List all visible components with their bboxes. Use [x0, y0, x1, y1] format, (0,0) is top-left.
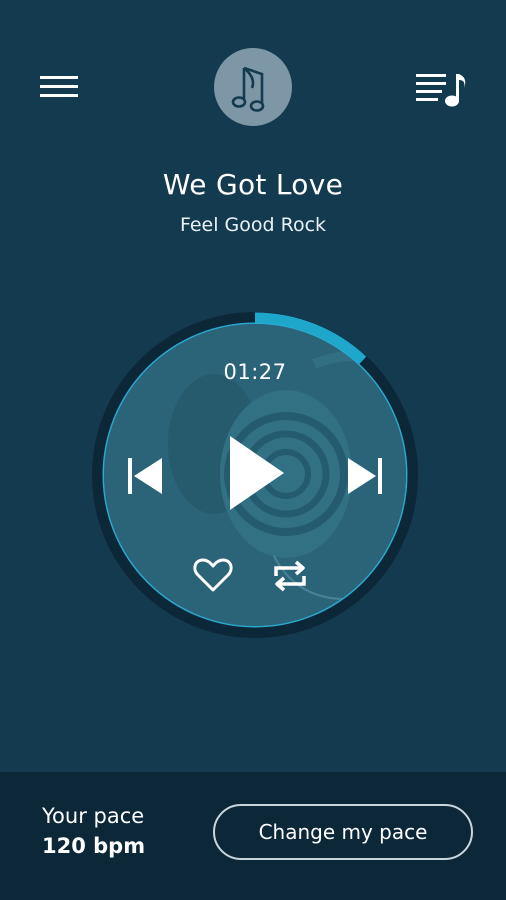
next-button[interactable]: [346, 456, 384, 496]
playlist-music-icon: [416, 74, 466, 107]
change-pace-button[interactable]: Change my pace: [213, 804, 473, 860]
previous-button[interactable]: [126, 456, 164, 496]
playlist-button[interactable]: [412, 66, 472, 110]
heart-icon: [193, 558, 233, 592]
pace-label: Your pace: [42, 804, 145, 828]
menu-button[interactable]: [38, 70, 82, 104]
song-title: We Got Love: [162, 168, 344, 201]
pace-bar: Your pace 120 bpm Change my pace: [0, 772, 506, 900]
app-logo: [214, 48, 292, 126]
hamburger-menu-icon: [40, 76, 78, 97]
pace-value: 120 bpm: [42, 834, 146, 858]
repeat-icon: [274, 560, 306, 592]
like-button[interactable]: [192, 556, 234, 594]
play-button[interactable]: [226, 434, 288, 512]
music-notes-icon: [231, 66, 265, 112]
play-icon: [230, 436, 284, 510]
skip-next-icon: [348, 458, 382, 494]
top-bar: [0, 0, 506, 160]
skip-previous-icon: [128, 458, 162, 494]
song-genre: Feel Good Rock: [179, 214, 327, 236]
player-dial: 01:27: [86, 306, 424, 644]
elapsed-time: 01:27: [223, 360, 287, 384]
repeat-button[interactable]: [270, 556, 310, 596]
